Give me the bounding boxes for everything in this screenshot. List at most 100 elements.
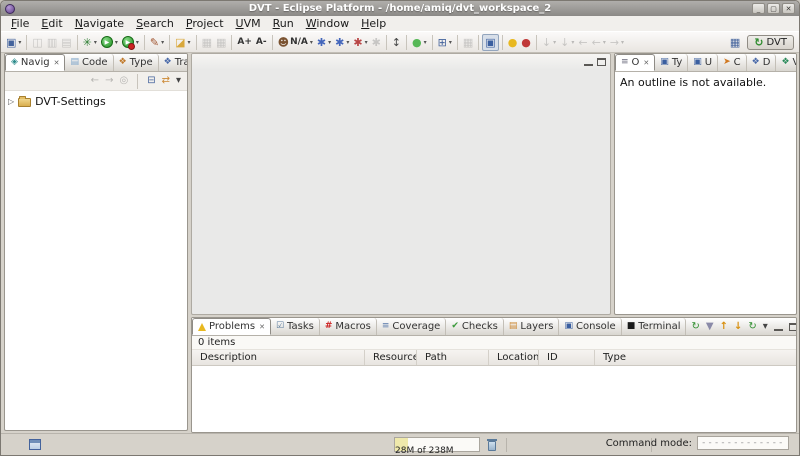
back-button[interactable]: ←	[91, 76, 99, 86]
menu-search[interactable]: Search	[130, 17, 180, 31]
tab-close-icon[interactable]: ✕	[259, 323, 265, 331]
new-wizard-button[interactable]: ▣▾	[4, 33, 23, 51]
waiver-remove-button[interactable]: ✱▾	[351, 33, 369, 51]
menu-uvm[interactable]: UVM	[230, 17, 267, 31]
back-button[interactable]: ←	[576, 33, 589, 51]
tab-terminal[interactable]: ■Terminal	[622, 318, 687, 335]
command-mode-field[interactable]	[697, 436, 789, 450]
column-description[interactable]: Description	[192, 350, 365, 365]
save-button[interactable]: ◫	[30, 33, 44, 51]
help-support-button[interactable]: ●	[519, 33, 533, 51]
column-resource[interactable]: Resource	[365, 350, 417, 365]
filter-button[interactable]: ▼	[706, 322, 714, 332]
maximize-button[interactable]: ▢	[767, 3, 780, 14]
console-view-button[interactable]: ▣	[482, 34, 498, 51]
maximize-view-icon[interactable]	[789, 323, 797, 331]
menu-file[interactable]: File	[5, 17, 35, 31]
open-element-button[interactable]: ◪▾	[173, 33, 192, 51]
tab-types[interactable]: ▣Ty	[655, 54, 688, 71]
minimize-view-icon[interactable]	[774, 323, 783, 331]
tab-type[interactable]: ❖Type	[114, 54, 159, 71]
tab-checks-bottom[interactable]: ✔Checks	[446, 318, 504, 335]
tab-coverage[interactable]: ≡Coverage	[377, 318, 446, 335]
link-editor-button[interactable]: ⇄	[162, 76, 170, 86]
column-location[interactable]: Location	[489, 350, 539, 365]
tab-tasks[interactable]: ☑Tasks	[271, 318, 320, 335]
back-history-button[interactable]: ←▾	[590, 33, 608, 51]
save-all-button[interactable]: ▥	[45, 33, 59, 51]
menu-run[interactable]: Run	[267, 17, 300, 31]
tab-verif[interactable]: ❖Ve	[776, 54, 797, 71]
tab-design[interactable]: ❖D	[747, 54, 777, 71]
column-type[interactable]: Type	[595, 350, 796, 365]
view-menu-button[interactable]: ▾	[763, 322, 768, 332]
menu-edit[interactable]: Edit	[35, 17, 68, 31]
print-button[interactable]: ▤	[59, 33, 73, 51]
breakpoint-ball-button[interactable]: ●	[506, 33, 520, 51]
font-decrease-button[interactable]: A-	[254, 33, 269, 51]
waiver-disabled-button[interactable]: ✱	[370, 33, 383, 51]
tab-outline[interactable]: ≡O✕	[615, 54, 655, 71]
menu-window[interactable]: Window	[300, 17, 355, 31]
sort-button[interactable]: ↕	[390, 33, 403, 51]
move-up-button[interactable]: ↑	[720, 322, 728, 332]
expander-icon[interactable]: ▷	[8, 97, 14, 106]
run-coverage-button[interactable]: ▶▾	[120, 33, 141, 51]
collapse-all-button[interactable]: ⊟	[147, 76, 155, 86]
move-down-button[interactable]: ↓	[734, 322, 742, 332]
waiver-button[interactable]: ✱▾	[333, 33, 351, 51]
terminal-icon: ■	[627, 322, 636, 331]
tab-console[interactable]: ▣Console	[559, 318, 621, 335]
tree-item-dvt-settings[interactable]: ▷ DVT-Settings	[5, 91, 187, 112]
compile-config-button[interactable]: ☻N/A▾	[276, 33, 315, 51]
run-button[interactable]: ▶▾	[99, 33, 120, 51]
toolbar-separator	[77, 35, 78, 50]
eclipse-logo-icon[interactable]	[5, 4, 15, 14]
tab-close-icon[interactable]: ✕	[643, 59, 649, 67]
minimize-editor-icon[interactable]	[584, 58, 593, 66]
debug-button[interactable]: ✳▾	[81, 33, 99, 51]
refresh-filter-button[interactable]: ↻	[691, 322, 699, 332]
show-windows-button[interactable]: ⊞▾	[436, 33, 454, 51]
menu-help[interactable]: Help	[355, 17, 392, 31]
minimize-button[interactable]: _	[752, 3, 765, 14]
last-edit-location-button[interactable]: ↓▾	[540, 33, 558, 51]
dvt-perspective-button[interactable]: ↻ DVT	[747, 35, 794, 50]
menu-navigate[interactable]: Navigate	[69, 17, 130, 31]
tab-uvm[interactable]: ▣U	[688, 54, 718, 71]
console-icon: ▣	[564, 322, 573, 331]
waiver-button[interactable]: ✱▾	[315, 33, 333, 51]
tab-code[interactable]: ▤Code	[65, 54, 113, 71]
maximize-editor-icon[interactable]	[597, 58, 606, 66]
view-menu-button[interactable]: ▾	[176, 76, 181, 86]
external-tools-button[interactable]: ✎▾	[148, 33, 166, 51]
fast-view-icon[interactable]	[29, 439, 41, 450]
home-button[interactable]: ◎	[119, 76, 128, 86]
toolbar-separator	[231, 35, 232, 50]
tab-trace[interactable]: ❖Trace	[159, 54, 188, 71]
disabled-tool-button[interactable]: ▦	[200, 33, 214, 51]
forward-button[interactable]: →▾	[608, 33, 626, 51]
tab-navig[interactable]: ◈Navig✕	[5, 54, 65, 71]
semantic-search-button[interactable]: ●▾	[410, 33, 429, 51]
font-increase-button[interactable]: A+	[235, 33, 254, 51]
disabled-tool-button[interactable]: ▦	[461, 33, 475, 51]
tab-layers[interactable]: ▤Layers	[504, 318, 560, 335]
column-path[interactable]: Path	[417, 350, 489, 365]
disabled-tool-button[interactable]: ▦	[214, 33, 228, 51]
close-button[interactable]: ✕	[782, 3, 795, 14]
yellow-ball-icon: ●	[508, 37, 518, 48]
forward-button[interactable]: →	[105, 76, 113, 86]
column-id[interactable]: ID	[539, 350, 595, 365]
menu-project[interactable]: Project	[180, 17, 230, 31]
tab-checks[interactable]: ➤C	[718, 54, 747, 71]
go-into-button[interactable]: ↓▾	[558, 33, 576, 51]
tab-macros[interactable]: #Macros	[320, 318, 377, 335]
garbage-collect-icon[interactable]	[488, 441, 496, 451]
tab-problems[interactable]: Problems✕	[192, 318, 271, 335]
open-perspective-button[interactable]: ▦	[728, 33, 742, 51]
waiver-remove-icon: ✱	[353, 37, 362, 48]
refresh-button[interactable]: ↻	[748, 322, 756, 332]
tab-close-icon[interactable]: ✕	[54, 59, 60, 67]
toolbar-separator	[502, 35, 503, 50]
